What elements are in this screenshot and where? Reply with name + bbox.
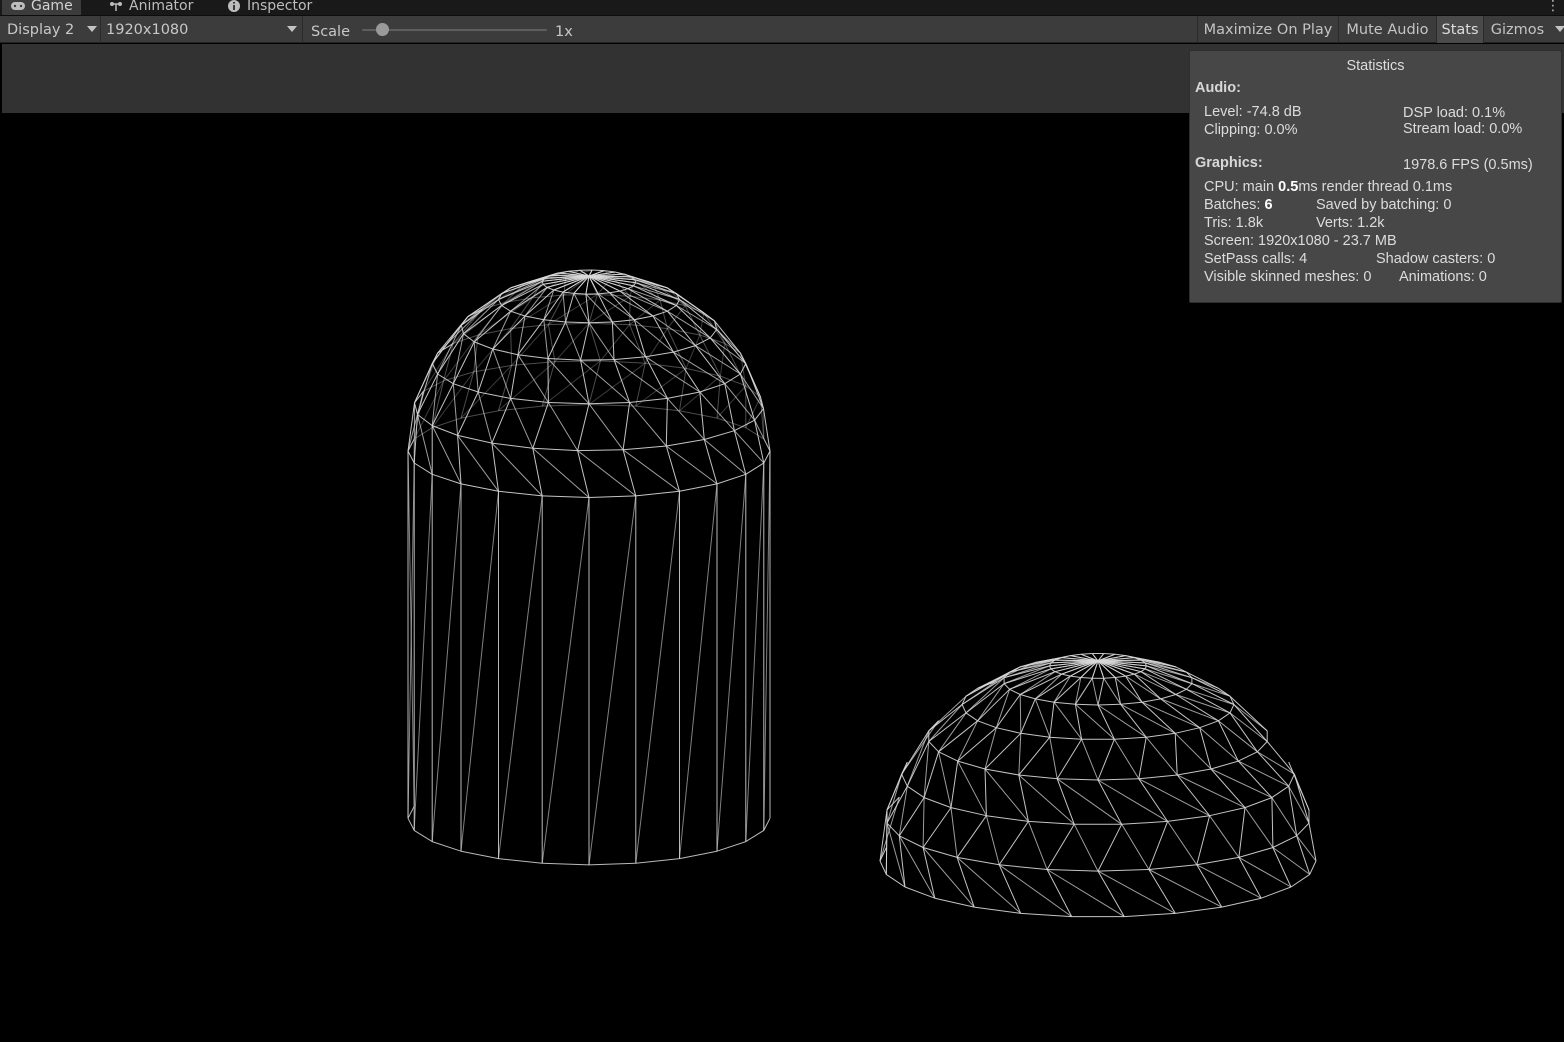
statistics-panel: Statistics Audio: Level: -74.8 dB DSP lo… (1189, 50, 1562, 303)
display-dropdown-label: Display 2 (7, 21, 75, 38)
resolution-dropdown-label: 1920x1080 (106, 21, 189, 38)
cpu-prefix: CPU: main (1204, 179, 1279, 195)
stats-label: Stats (1441, 21, 1479, 38)
fps-readout: 1978.6 FPS (0.5ms) (1403, 157, 1533, 173)
resolution-dropdown[interactable]: 1920x1080 (106, 16, 188, 43)
info-icon (228, 0, 240, 12)
tab-animator[interactable]: Animator (100, 0, 201, 15)
verts-count: Verts: 1.2k (1316, 215, 1385, 231)
stream-load: Stream load: 0.0% (1403, 121, 1523, 137)
game-view-toolbar: Display 2 1920x1080 Scale 1x Maximize On… (0, 16, 1564, 43)
display-dropdown[interactable]: Display 2 (7, 16, 74, 43)
display-chevron-down-icon (87, 26, 97, 32)
scale-value: 1x (555, 18, 573, 45)
scale-slider-thumb[interactable] (376, 23, 389, 36)
resolution-chevron-down-icon (287, 26, 297, 32)
tab-inspector-label: Inspector (247, 0, 313, 14)
toolbar-divider (100, 16, 101, 43)
batches-prefix: Batches: (1204, 197, 1265, 213)
visible-skinned-meshes: Visible skinned meshes: 0 (1204, 269, 1372, 285)
animations-count: Animations: 0 (1399, 269, 1487, 285)
saved-by-batching: Saved by batching: 0 (1316, 197, 1452, 213)
tab-menu-icon[interactable]: ⋮ (1546, 0, 1560, 14)
toolbar-divider (302, 16, 303, 43)
scale-value-text: 1x (555, 23, 573, 40)
dsp-load: DSP load: 0.1% (1403, 105, 1506, 121)
audio-clipping: Clipping: 0.0% (1204, 122, 1298, 138)
gizmos-chevron-down-icon[interactable] (1555, 26, 1564, 32)
stats-button[interactable]: Stats (1436, 16, 1483, 43)
hemisphere-wireframe-mesh (879, 653, 1317, 918)
screen-info: Screen: 1920x1080 - 23.7 MB (1204, 233, 1397, 249)
gizmos-label: Gizmos (1490, 21, 1545, 38)
batches: Batches: 6 (1204, 197, 1273, 213)
gizmos-button[interactable]: Gizmos (1483, 16, 1551, 43)
shadow-casters: Shadow casters: 0 (1376, 251, 1496, 267)
tab-inspector[interactable]: Inspector (218, 0, 320, 15)
statistics-title: Statistics (1346, 58, 1405, 74)
animator-icon (110, 1, 122, 11)
audio-header: Audio: (1195, 80, 1241, 96)
mute-audio-button[interactable]: Mute Audio (1338, 16, 1436, 43)
scale-label-text: Scale (311, 23, 351, 40)
cpu-time: CPU: main 0.5ms render thread 0.1ms (1204, 179, 1452, 195)
cpu-main-value: 0.5 (1278, 179, 1299, 195)
cpu-suffix: ms render thread 0.1ms (1298, 179, 1453, 195)
tab-game[interactable]: Game (2, 0, 81, 15)
tab-game-label: Game (31, 0, 73, 14)
maximize-on-play-button[interactable]: Maximize On Play (1197, 16, 1338, 43)
batches-value: 6 (1264, 197, 1273, 213)
tris-count: Tris: 1.8k (1204, 215, 1264, 231)
graphics-header: Graphics: (1195, 155, 1263, 171)
setpass-calls: SetPass calls: 4 (1204, 251, 1308, 267)
scale-label: Scale (311, 18, 350, 45)
maximize-on-play-label: Maximize On Play (1203, 21, 1333, 38)
mute-audio-label: Mute Audio (1346, 21, 1429, 38)
editor-tab-strip: Game Animator Inspector ⋮ (0, 0, 1564, 16)
audio-level: Level: -74.8 dB (1204, 104, 1302, 120)
capsule-wireframe-mesh (407, 269, 771, 866)
gamepad-icon (11, 1, 25, 10)
scale-slider-track[interactable] (362, 29, 547, 31)
tab-animator-label: Animator (129, 0, 194, 14)
